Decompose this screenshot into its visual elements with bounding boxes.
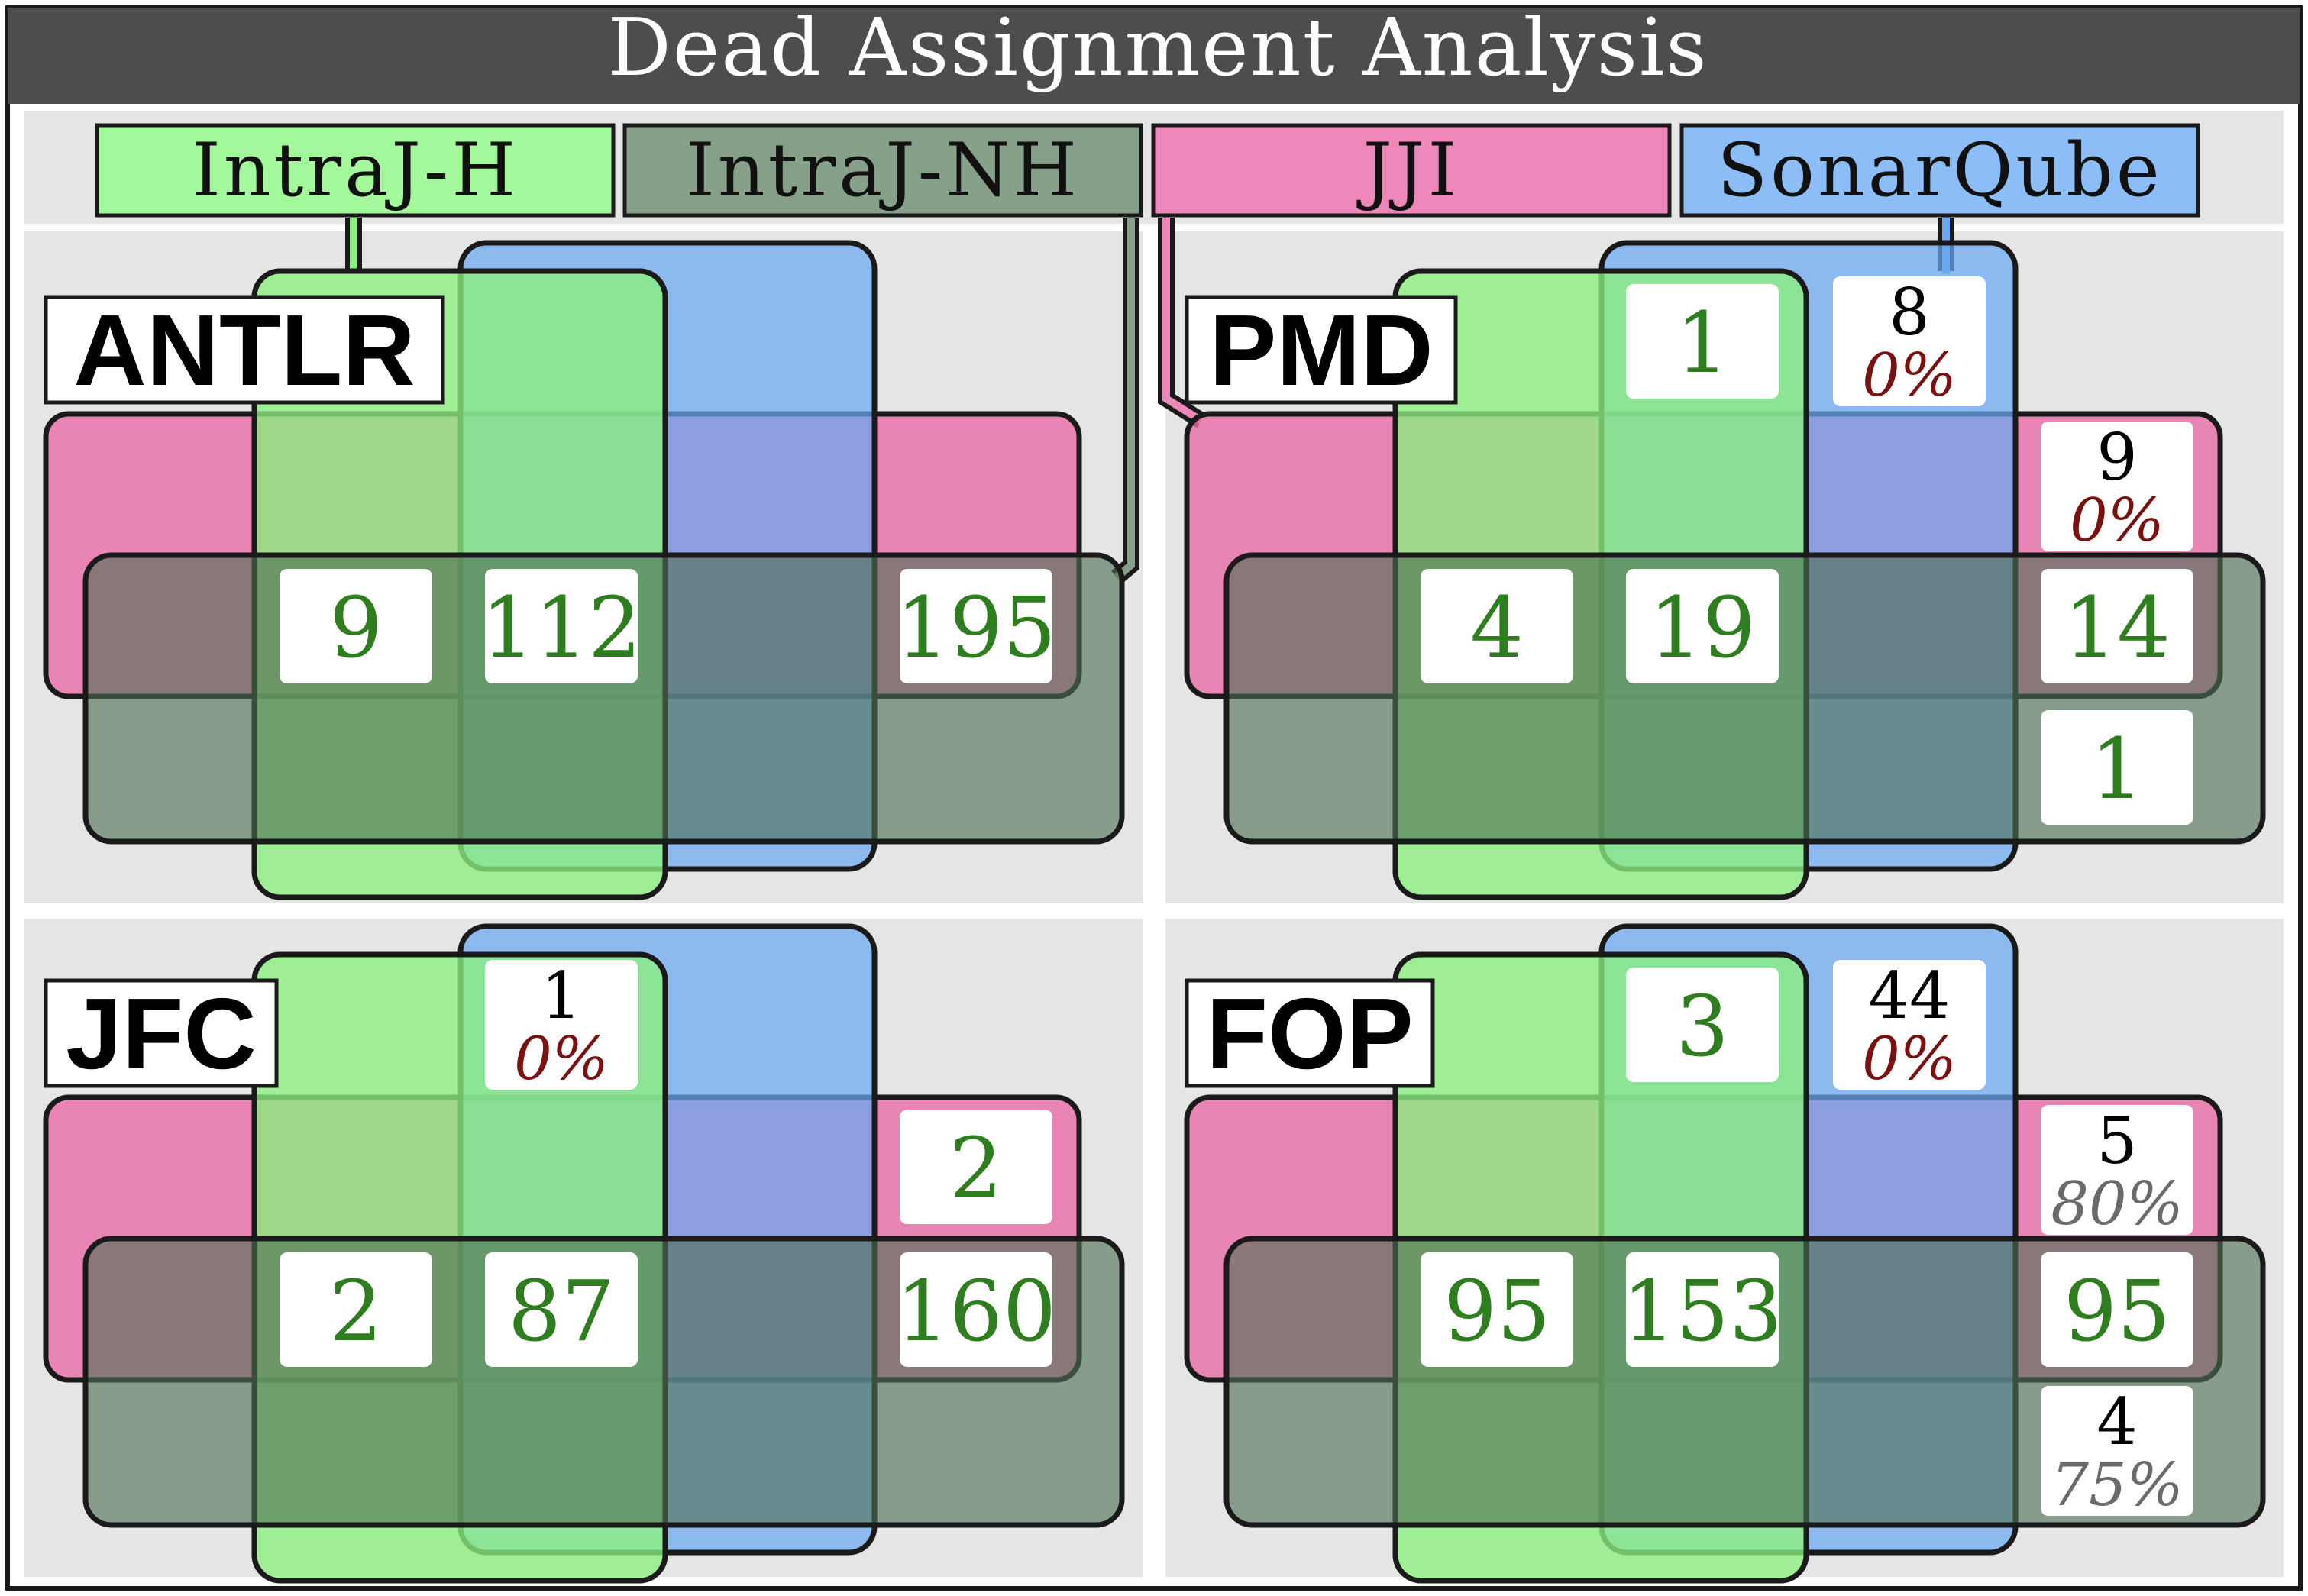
count-value: 9 (329, 579, 383, 677)
count-label: 153 (1622, 1252, 1783, 1367)
legend-label-intraj-h: IntraJ-H (192, 128, 519, 213)
panel-name: JFC (66, 977, 256, 1090)
count-percent: 0% (1862, 1025, 1957, 1094)
count-value: 160 (896, 1262, 1056, 1360)
count-value: 19 (1649, 579, 1756, 677)
count-label: 9 0% (2041, 420, 2193, 555)
count-label: 9 (280, 569, 432, 683)
count-value: 14 (2064, 579, 2171, 677)
panel-name: PMD (1209, 294, 1433, 406)
count-value: 2 (949, 1119, 1003, 1217)
count-value: 153 (1622, 1262, 1783, 1360)
count-value: 95 (1443, 1262, 1550, 1360)
legend-jji: JJI (1151, 123, 1672, 218)
count-value: 4 (2096, 1384, 2137, 1459)
count-label: 4 (1421, 569, 1573, 683)
panel-name: FOP (1206, 977, 1413, 1090)
count-label: 195 (896, 569, 1056, 683)
count-value: 44 (1869, 958, 1951, 1033)
count-label: 95 (1421, 1252, 1573, 1367)
count-label: 160 (896, 1252, 1056, 1367)
count-label: 95 (2041, 1252, 2193, 1367)
count-percent: 0% (514, 1025, 609, 1094)
count-percent: 0% (1862, 341, 1957, 410)
count-label: 4 75% (2041, 1384, 2193, 1520)
panel-name: ANTLR (73, 294, 415, 406)
count-label: 19 (1626, 569, 1779, 683)
count-value: 1 (541, 958, 581, 1033)
count-value: 1 (1676, 294, 1729, 392)
count-value: 9 (2096, 420, 2137, 495)
count-label: 5 80% (2041, 1103, 2193, 1239)
figure-title: Dead Assignment Analysis (607, 1, 1708, 94)
count-percent: 80% (2051, 1170, 2183, 1239)
count-value: 2 (329, 1262, 383, 1360)
count-value: 195 (896, 579, 1056, 677)
count-label: 1 0% (485, 958, 638, 1094)
count-value: 5 (2096, 1103, 2137, 1178)
legend-label-intraj-nh: IntraJ-NH (686, 128, 1080, 213)
count-label: 3 (1626, 968, 1779, 1082)
count-value: 1 (2090, 720, 2144, 818)
count-value: 87 (508, 1262, 615, 1360)
legend-sonarqube: SonarQube (1679, 123, 2200, 218)
count-percent: 0% (2070, 486, 2164, 555)
legend-intraj-nh: IntraJ-NH (622, 123, 1143, 218)
count-label: 87 (485, 1252, 638, 1367)
count-label: 1 (2041, 710, 2193, 825)
legend-label-jji: JJI (1356, 128, 1460, 213)
dead-assignment-venn-figure: Dead Assignment Analysis IntraJ-H IntraJ… (5, 1, 2303, 1591)
legend-intraj-h: IntraJ-H (95, 123, 616, 218)
count-value: 8 (1889, 275, 1929, 350)
count-label: 1 (1626, 284, 1779, 399)
count-label: 112 (481, 569, 642, 683)
count-percent: 75% (2051, 1451, 2183, 1520)
legend-label-sonarqube: SonarQube (1717, 128, 2162, 213)
count-value: 112 (481, 579, 642, 677)
count-value: 4 (1470, 579, 1524, 677)
count-label: 44 0% (1833, 958, 1986, 1094)
count-label: 2 (900, 1110, 1052, 1224)
count-label: 2 (280, 1252, 432, 1367)
count-value: 95 (2064, 1262, 2171, 1360)
count-label: 8 0% (1833, 275, 1986, 410)
count-label: 14 (2041, 569, 2193, 683)
count-value: 3 (1676, 977, 1729, 1075)
